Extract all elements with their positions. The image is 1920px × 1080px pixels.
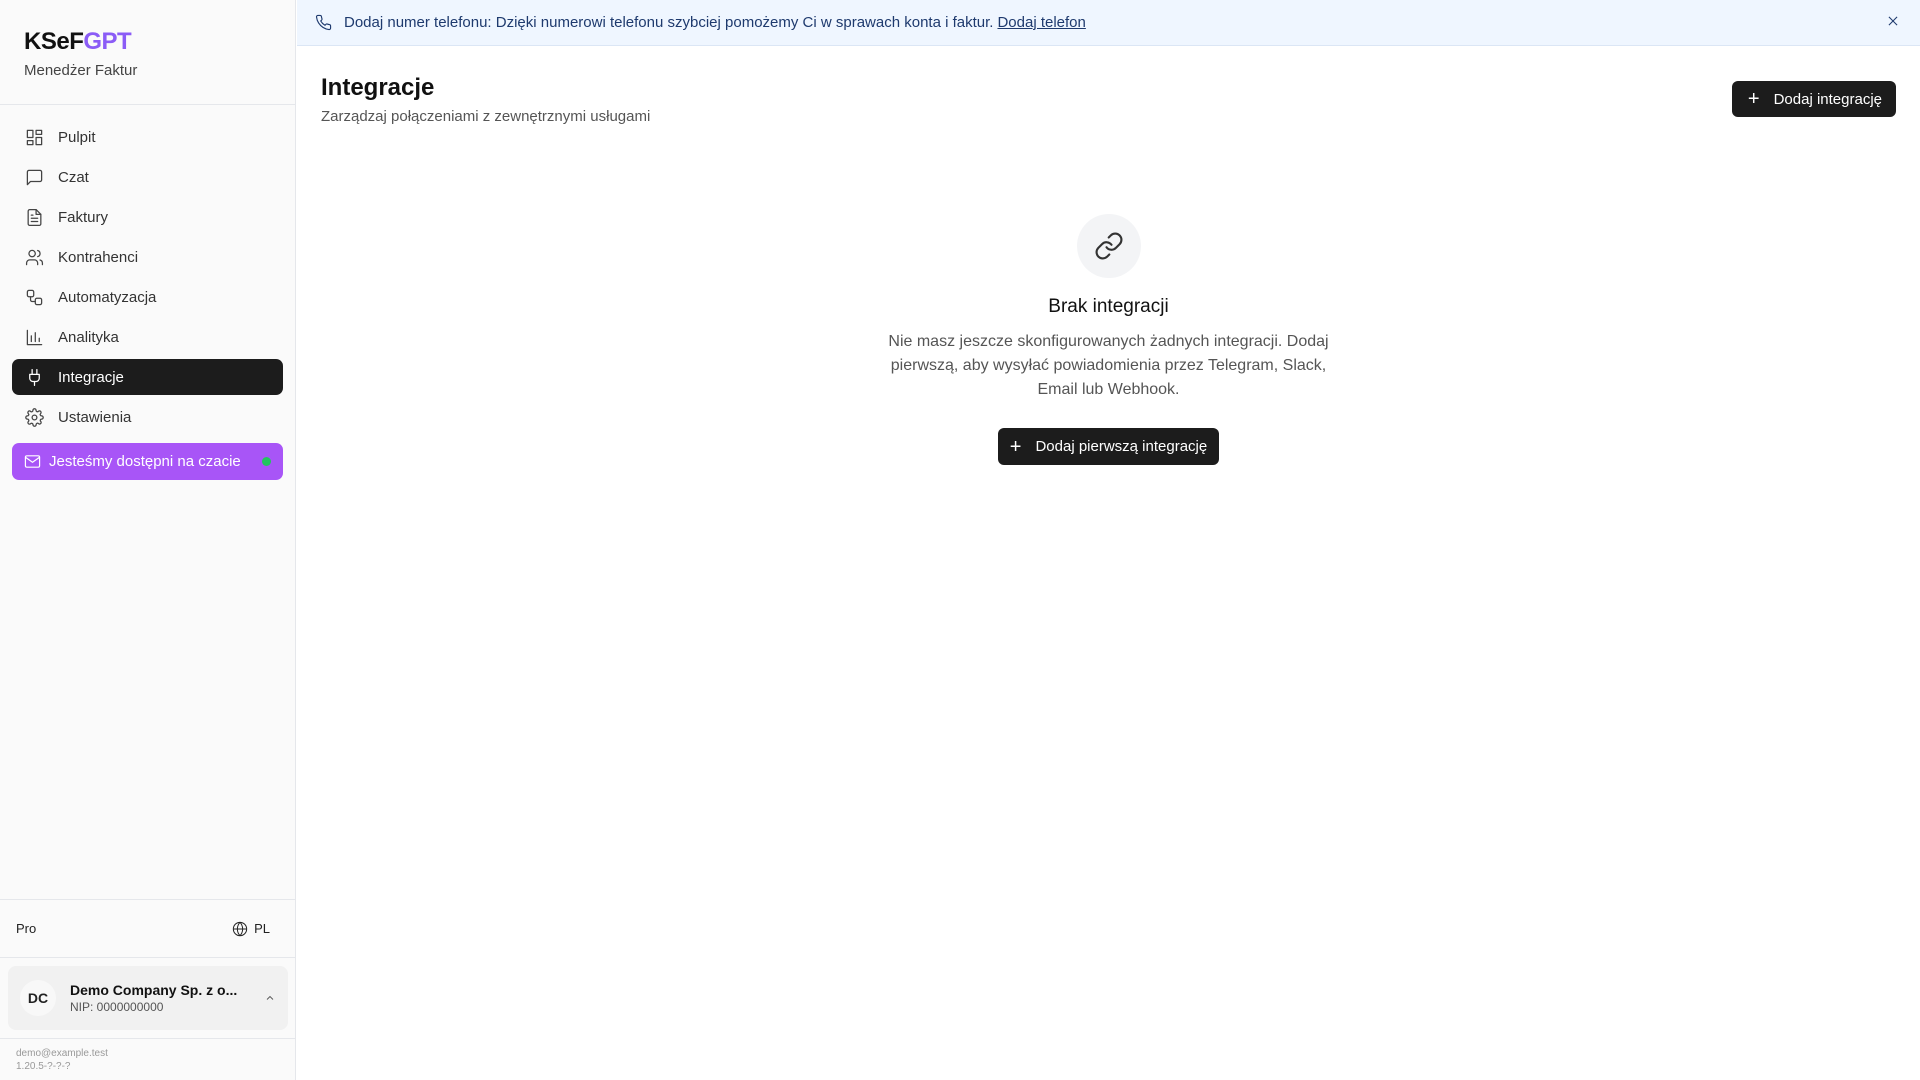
close-icon bbox=[1888, 16, 1898, 26]
sidebar: KSeFGPT Menedżer Faktur Pulpit Czat Fakt… bbox=[0, 0, 296, 1080]
add-phone-link[interactable]: Dodaj telefon bbox=[997, 14, 1085, 31]
page-title: Integracje bbox=[321, 74, 435, 101]
phone-banner: Dodaj numer telefonu: Dzięki numerowi te… bbox=[297, 0, 1920, 46]
user-email: demo@example.test bbox=[16, 1048, 108, 1059]
add-integration-label: Dodaj integrację bbox=[1773, 90, 1882, 108]
plus-icon: + bbox=[1009, 435, 1022, 458]
nav-item-czat[interactable]: Czat bbox=[12, 159, 283, 195]
plug-icon bbox=[24, 367, 44, 387]
language-switcher[interactable]: PL bbox=[232, 921, 270, 937]
nav-item-label: Pulpit bbox=[58, 128, 96, 146]
add-first-integration-label: Dodaj pierwszą integrację bbox=[1035, 438, 1208, 455]
link-icon bbox=[1076, 214, 1141, 278]
nav-item-pulpit[interactable]: Pulpit bbox=[12, 119, 283, 155]
plan-label: Pro bbox=[16, 921, 37, 936]
users-icon bbox=[24, 247, 44, 267]
brand: KSeFGPT Menedżer Faktur bbox=[0, 0, 295, 105]
nav-item-automatyzacja[interactable]: Automatyzacja bbox=[12, 279, 283, 315]
workflow-icon bbox=[24, 287, 44, 307]
nav-item-label: Ustawienia bbox=[58, 408, 132, 426]
live-chat-button[interactable]: Jesteśmy dostępni na czacie bbox=[12, 443, 283, 480]
chat-icon bbox=[24, 167, 44, 187]
close-banner-button[interactable] bbox=[1886, 14, 1900, 28]
nav-item-label: Integracje bbox=[58, 368, 124, 386]
globe-icon bbox=[232, 921, 248, 936]
company-nip: NIP: 0000000000 bbox=[70, 1000, 164, 1014]
company-section: DC Demo Company Sp. z o... NIP: 00000000… bbox=[0, 957, 296, 1038]
company-avatar: DC bbox=[20, 980, 56, 1016]
nav-item-label: Analityka bbox=[58, 328, 119, 346]
phone-icon bbox=[315, 14, 344, 31]
nav-item-label: Automatyzacja bbox=[58, 288, 157, 306]
nav-item-label: Kontrahenci bbox=[58, 248, 139, 266]
invoice-icon bbox=[24, 207, 44, 227]
mail-icon bbox=[24, 453, 49, 470]
live-chat-label: Jesteśmy dostępni na czacie bbox=[49, 453, 241, 470]
nav-item-analityka[interactable]: Analityka bbox=[12, 319, 283, 355]
empty-state: Brak integracji Nie masz jeszcze skonfig… bbox=[297, 214, 1920, 465]
bar-chart-icon bbox=[24, 327, 44, 347]
plan-row: Pro PL bbox=[0, 899, 296, 957]
main-content: Integracje Zarządzaj połączeniami z zewn… bbox=[297, 46, 1920, 1080]
nav-item-integracje[interactable]: Integracje bbox=[12, 359, 283, 395]
empty-state-title: Brak integracji bbox=[1048, 296, 1169, 317]
app-version: 1.20.5-?-?-? bbox=[16, 1061, 71, 1072]
chevron-up-icon bbox=[264, 992, 276, 1004]
company-info: Demo Company Sp. z o... NIP: 0000000000 bbox=[70, 982, 264, 1014]
empty-state-description: Nie masz jeszcze skonfigurowanych żadnyc… bbox=[888, 333, 1329, 398]
add-first-integration-button[interactable]: + Dodaj pierwszą integrację bbox=[997, 428, 1220, 465]
main-nav: Pulpit Czat Faktury Kontrahenci Automaty… bbox=[0, 105, 295, 435]
dashboard-icon bbox=[24, 127, 44, 147]
nav-item-label: Czat bbox=[58, 168, 89, 186]
account-footer: demo@example.test 1.20.5-?-?-? bbox=[0, 1038, 296, 1080]
add-integration-button[interactable]: + Dodaj integrację bbox=[1731, 81, 1896, 117]
nav-item-label: Faktury bbox=[58, 208, 109, 226]
company-switcher[interactable]: DC Demo Company Sp. z o... NIP: 00000000… bbox=[8, 966, 288, 1030]
language-label: PL bbox=[254, 921, 270, 936]
online-status-dot bbox=[262, 457, 271, 466]
plus-icon: + bbox=[1747, 88, 1760, 110]
app-logo[interactable]: KSeFGPT bbox=[24, 28, 271, 56]
company-name: Demo Company Sp. z o... bbox=[70, 982, 238, 998]
nav-item-faktury[interactable]: Faktury bbox=[12, 199, 283, 235]
app-subtitle: Menedżer Faktur bbox=[24, 62, 138, 79]
sidebar-footer: Pro PL DC Demo Company Sp. z o... NIP: 0… bbox=[0, 899, 296, 1080]
gear-icon bbox=[24, 407, 44, 427]
banner-text: Dodaj numer telefonu: Dzięki numerowi te… bbox=[344, 14, 994, 31]
nav-item-kontrahenci[interactable]: Kontrahenci bbox=[12, 239, 283, 275]
page-subtitle: Zarządzaj połączeniami z zewnętrznymi us… bbox=[321, 108, 651, 125]
nav-item-ustawienia[interactable]: Ustawienia bbox=[12, 399, 283, 435]
